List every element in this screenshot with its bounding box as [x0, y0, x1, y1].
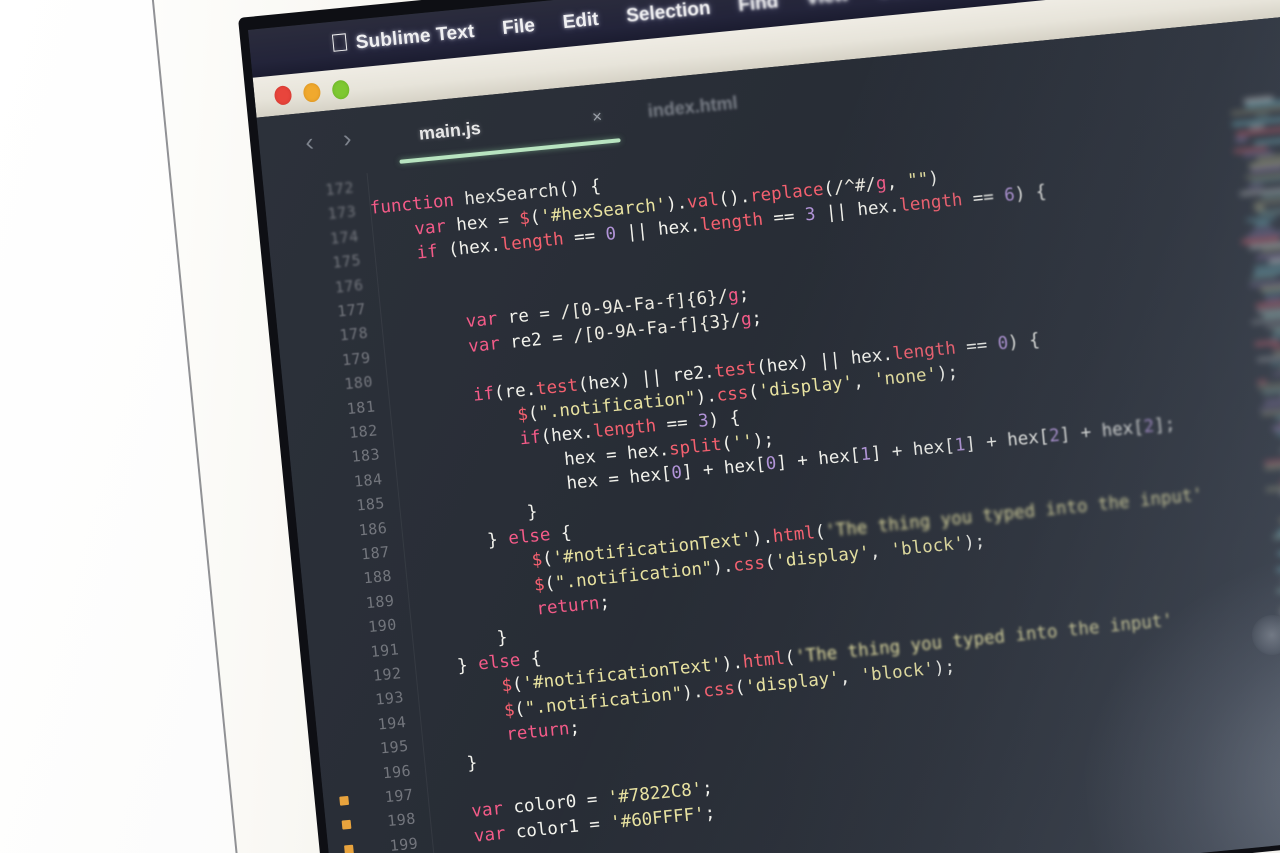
- line-number: 192: [372, 664, 403, 685]
- line-number: 189: [365, 591, 396, 612]
- apple-logo-icon[interactable]: : [326, 28, 353, 58]
- menu-item-file[interactable]: File: [501, 15, 536, 40]
- minimap-line: [1254, 134, 1280, 146]
- minimap-line: [1270, 360, 1280, 367]
- line-number: 198: [386, 809, 417, 831]
- line-number: 194: [376, 712, 408, 734]
- line-number: 196: [381, 761, 412, 782]
- laptop-screen:  Sublime Text File Edit Selection Find …: [248, 0, 1280, 853]
- line-number: 173: [326, 202, 358, 224]
- tab-close-icon[interactable]: ×: [591, 107, 603, 128]
- minimize-window-button[interactable]: [302, 81, 322, 103]
- line-number: 182: [348, 421, 379, 443]
- photo-of-laptop-screen:  Sublime Text File Edit Selection Find …: [0, 0, 1280, 853]
- code-line: }: [465, 752, 479, 774]
- minimap-line: [1272, 422, 1280, 432]
- tab-main-js[interactable]: main.js ×: [417, 107, 603, 145]
- line-number: 187: [360, 542, 391, 564]
- code-content-area[interactable]: function hexSearch() { var hex = $('#hex…: [367, 71, 1280, 853]
- minimap-line: [1256, 379, 1267, 385]
- zoom-window-button[interactable]: [331, 78, 351, 100]
- tab-main-js-label: main.js: [417, 117, 482, 144]
- menu-item-edit[interactable]: Edit: [562, 9, 600, 34]
- minimap-line: [1265, 485, 1280, 492]
- line-number: 186: [357, 518, 389, 540]
- minimap-line: [1270, 333, 1280, 340]
- line-number: 177: [336, 299, 367, 321]
- minimap-line: [1255, 221, 1270, 227]
- gutter-marker[interactable]: [339, 795, 350, 806]
- line-number: 172: [324, 178, 355, 200]
- line-number: 183: [350, 445, 381, 467]
- menu-item-selection[interactable]: Selection: [625, 0, 711, 28]
- line-number: 191: [369, 639, 400, 661]
- line-number: 181: [345, 397, 377, 418]
- gutter-marker[interactable]: [341, 820, 352, 830]
- line-number: 197: [384, 785, 415, 807]
- line-number: 179: [341, 348, 372, 370]
- line-number: 178: [338, 324, 370, 345]
- line-number: 188: [362, 566, 393, 588]
- line-number: 176: [334, 275, 365, 297]
- menu-item-sublime-text[interactable]: Sublime Text: [355, 21, 476, 55]
- minimap-line: [1235, 136, 1248, 142]
- line-number: 184: [353, 469, 384, 491]
- minimap-line: [1264, 456, 1280, 465]
- minimap-line: [1254, 205, 1265, 211]
- line-number: 195: [379, 736, 410, 758]
- menu-item-view[interactable]: View: [805, 0, 850, 10]
- nav-forward-icon[interactable]: ›: [342, 124, 353, 154]
- minimap-line: [1247, 184, 1264, 190]
- line-number: 193: [374, 688, 405, 710]
- sublime-text-editor: ‹ › main.js × index.html 172 173 174 175 176…: [256, 5, 1280, 853]
- close-window-button[interactable]: [273, 84, 293, 106]
- line-number: 190: [367, 615, 398, 637]
- tab-index-html[interactable]: index.html: [647, 93, 739, 123]
- menu-item-goto[interactable]: Goto: [876, 0, 922, 3]
- line-number: 180: [343, 372, 374, 394]
- nav-back-icon[interactable]: ‹: [304, 128, 315, 158]
- minimap-line: [1254, 112, 1270, 119]
- minimap-line: [1264, 394, 1280, 405]
- minimap-line: [1276, 588, 1280, 594]
- minimap-line: [1276, 565, 1280, 573]
- line-number: 174: [329, 227, 360, 248]
- line-number: 185: [355, 494, 386, 515]
- line-number: 199: [388, 834, 420, 853]
- minimap-line: [1272, 369, 1280, 378]
- gutter-marker[interactable]: [344, 844, 354, 853]
- line-number: 175: [331, 251, 362, 273]
- menu-item-find[interactable]: Find: [737, 0, 779, 17]
